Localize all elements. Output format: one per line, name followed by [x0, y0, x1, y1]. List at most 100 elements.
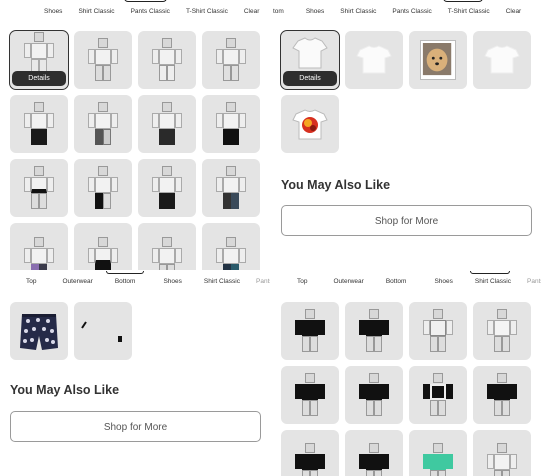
- item-grid: [281, 302, 531, 476]
- tab-pants-classic[interactable]: Pants Classic: [123, 1, 178, 23]
- tab-pants-classic[interactable]: Pants C: [248, 271, 270, 293]
- avatar-thumbnail: [88, 236, 118, 270]
- tab-shirt-classic[interactable]: Shirt Classic: [70, 1, 122, 23]
- item-card[interactable]: [10, 223, 68, 270]
- item-card[interactable]: [345, 366, 403, 424]
- tab-shirt-classic[interactable]: Shirt Classic: [467, 271, 519, 293]
- shop-for-more-button[interactable]: Shop for More: [10, 411, 261, 442]
- avatar-thumbnail: [359, 309, 389, 353]
- avatar-thumbnail: [359, 442, 389, 476]
- tab-t-shirt-classic[interactable]: T-Shirt Classic: [440, 1, 498, 23]
- avatar-thumbnail: [295, 309, 325, 353]
- avatar-thumbnail: [295, 373, 325, 417]
- tab-cut[interactable]: tom: [271, 1, 298, 23]
- item-card[interactable]: [409, 430, 467, 476]
- tab-top[interactable]: Top: [0, 271, 54, 293]
- details-button[interactable]: Details: [12, 71, 66, 86]
- avatar-thumbnail: [216, 236, 246, 270]
- shirt-classic-panel: Top Outerwear Bottom Shoes Shirt Classic…: [271, 271, 541, 476]
- item-card[interactable]: [138, 223, 196, 270]
- avatar-thumbnail: [216, 38, 246, 82]
- accessory-icon: [81, 321, 122, 342]
- avatar-thumbnail: [88, 38, 118, 82]
- avatar-thumbnail: [152, 38, 182, 82]
- item-card[interactable]: [138, 95, 196, 153]
- item-card[interactable]: [202, 95, 260, 153]
- item-card[interactable]: [345, 31, 403, 89]
- avatar-thumbnail: [216, 166, 246, 210]
- item-card[interactable]: [74, 159, 132, 217]
- tab-bottom[interactable]: Bottom: [372, 271, 421, 293]
- item-card[interactable]: [409, 302, 467, 360]
- avatar-thumbnail: [487, 309, 517, 353]
- pants-classic-panel: Shoes Shirt Classic Pants Classic T-Shir…: [0, 0, 270, 270]
- bottom-panel: Top Outerwear Bottom Shoes Shirt Classic…: [0, 271, 270, 476]
- tab-clear[interactable]: Clear: [498, 1, 530, 23]
- t-shirt-icon: [292, 37, 328, 69]
- item-card[interactable]: [473, 430, 531, 476]
- avatar-thumbnail: [487, 373, 517, 417]
- category-tabs: Top Outerwear Bottom Shoes Shirt Classic…: [271, 271, 541, 293]
- tab-clear[interactable]: Clear: [236, 1, 268, 23]
- avatar-thumbnail: [88, 102, 118, 146]
- avatar-thumbnail: [487, 442, 517, 476]
- item-card[interactable]: [473, 366, 531, 424]
- tab-pants-classic[interactable]: Pants Classic: [384, 1, 439, 23]
- tab-t-shirt-classic[interactable]: T-Shirt Classic: [178, 1, 236, 23]
- item-card[interactable]: [281, 95, 339, 153]
- item-grid: Details: [280, 30, 531, 153]
- item-card[interactable]: [74, 31, 132, 89]
- section-title: You May Also Like: [281, 178, 391, 192]
- item-card[interactable]: [202, 31, 260, 89]
- item-card[interactable]: [345, 302, 403, 360]
- tab-pants-classic[interactable]: Pants C: [519, 271, 541, 293]
- item-card[interactable]: [10, 159, 68, 217]
- tab-outerwear[interactable]: Outerwear: [54, 271, 100, 293]
- item-card[interactable]: [138, 31, 196, 89]
- avatar-thumbnail: [152, 102, 182, 146]
- tab-shirt-classic[interactable]: Shirt Classic: [196, 271, 248, 293]
- avatar-thumbnail: [152, 236, 182, 270]
- selected-tab-indicator: [470, 271, 510, 274]
- tab-shoes[interactable]: Shoes: [420, 271, 466, 293]
- item-card[interactable]: Details: [280, 30, 340, 90]
- t-shirt-icon: [292, 109, 328, 140]
- item-card[interactable]: [281, 430, 339, 476]
- tab-bottom[interactable]: Bottom: [101, 271, 150, 293]
- item-card[interactable]: [202, 223, 260, 270]
- item-card[interactable]: [281, 302, 339, 360]
- tab-shirt-classic[interactable]: Shirt Classic: [332, 1, 384, 23]
- category-tabs: tom Shoes Shirt Classic Pants Classic T-…: [271, 0, 541, 24]
- item-card[interactable]: [409, 31, 467, 89]
- item-card[interactable]: [10, 302, 68, 360]
- item-card[interactable]: [409, 366, 467, 424]
- details-button[interactable]: Details: [283, 71, 337, 86]
- avatar-thumbnail: [423, 373, 453, 417]
- item-card[interactable]: [473, 31, 531, 89]
- item-card[interactable]: [345, 430, 403, 476]
- category-tabs: Shoes Shirt Classic Pants Classic T-Shir…: [0, 0, 270, 24]
- boxer-shorts-icon: [20, 314, 58, 350]
- item-card[interactable]: [74, 95, 132, 153]
- item-card[interactable]: [202, 159, 260, 217]
- tab-top[interactable]: Top: [271, 271, 325, 293]
- selected-tab-indicator: [443, 0, 483, 2]
- tab-outerwear[interactable]: Outerwear: [325, 271, 371, 293]
- selected-tab-indicator: [124, 0, 167, 2]
- item-card[interactable]: [74, 223, 132, 270]
- item-card[interactable]: [10, 95, 68, 153]
- shop-for-more-button[interactable]: Shop for More: [281, 205, 532, 236]
- item-card[interactable]: Details: [9, 30, 69, 90]
- item-card[interactable]: [473, 302, 531, 360]
- tab-shoes[interactable]: Shoes: [36, 1, 70, 23]
- t-shirt-icon: [484, 45, 520, 74]
- tab-shoes[interactable]: Shoes: [149, 271, 195, 293]
- item-grid: Details: [9, 30, 260, 270]
- t-shirt-icon: [356, 45, 392, 74]
- item-card[interactable]: [74, 302, 132, 360]
- screenshot-collage: Shoes Shirt Classic Pants Classic T-Shir…: [0, 0, 541, 476]
- item-card[interactable]: [281, 366, 339, 424]
- tab-shoes[interactable]: Shoes: [298, 1, 332, 23]
- avatar-thumbnail: [24, 32, 54, 76]
- item-card[interactable]: [138, 159, 196, 217]
